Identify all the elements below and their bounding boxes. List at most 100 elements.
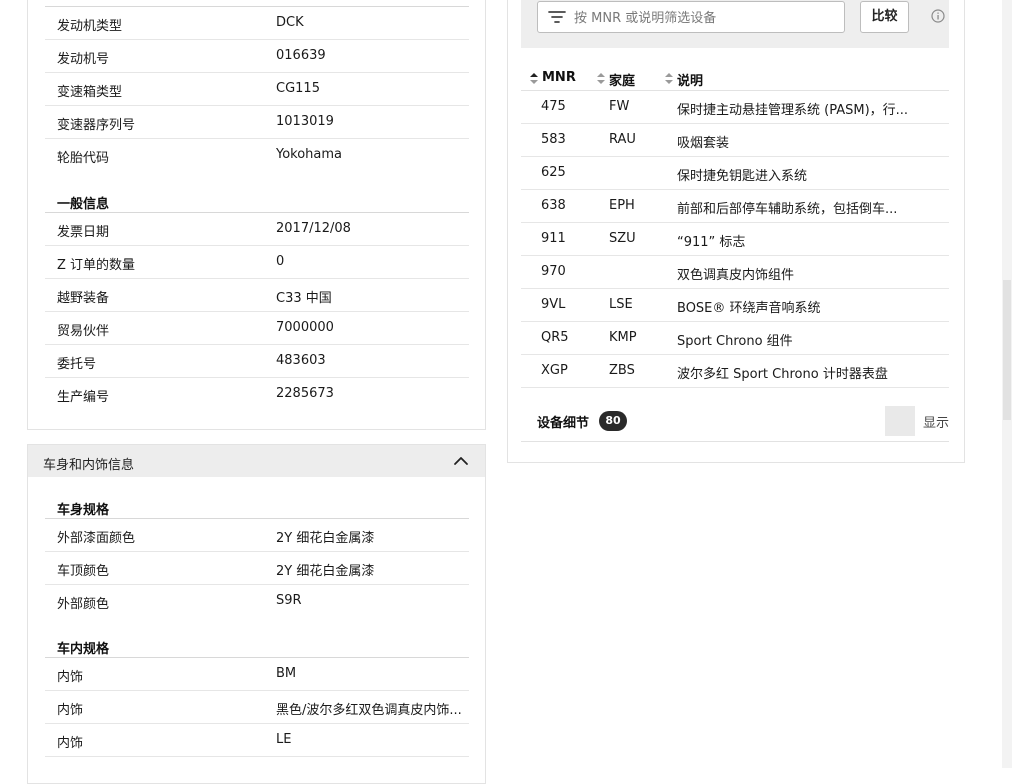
table-row: 发动机类型 DCK [45, 7, 469, 40]
row-key: 委托号 [57, 357, 97, 372]
cell-mnr: QR5 [541, 330, 569, 345]
filter-icon [548, 11, 566, 23]
row-key: 发票日期 [57, 225, 110, 240]
search-input[interactable] [572, 7, 836, 29]
table-row[interactable]: XGP ZBS 波尔多红 Sport Chrono 计时器表盘 [521, 355, 949, 388]
table-row: 变速器序列号 1013019 [45, 106, 469, 139]
row-value: S9R [276, 593, 302, 608]
cell-description: 保时捷主动悬挂管理系统 (PASM)，行... [677, 103, 909, 118]
body-interior-card: 车身和内饰信息 车身规格 外部漆面颜色 2Y 细花白金属漆 车顶颜色 2Y 细花… [27, 444, 486, 784]
section-header-body-interior[interactable]: 车身和内饰信息 [28, 445, 485, 477]
cell-family: RAU [609, 132, 636, 147]
row-key: 变速箱类型 [57, 85, 123, 100]
group-title-body: 车身规格 [57, 503, 110, 518]
row-value: 2Y 细花白金属漆 [276, 531, 375, 546]
compare-button[interactable]: 比较 [860, 1, 909, 33]
cell-description: Sport Chrono 组件 [677, 334, 793, 349]
table-row: 外部颜色 S9R [45, 585, 469, 618]
row-value: C33 中国 [276, 291, 332, 306]
row-value: 7000000 [276, 320, 334, 335]
cell-description: 吸烟套装 [677, 136, 730, 151]
cell-mnr: 9VL [541, 297, 566, 312]
table-row[interactable]: 970 双色调真皮内饰组件 [521, 256, 949, 289]
count-badge: 80 [599, 411, 627, 431]
sort-icon[interactable] [597, 73, 605, 84]
cell-family: LSE [609, 297, 633, 312]
row-key: 车顶颜色 [57, 564, 110, 579]
table-row[interactable]: 583 RAU 吸烟套装 [521, 124, 949, 157]
row-value: DCK [276, 15, 304, 30]
row-value: 黑色/波尔多红双色调真皮内饰... [276, 703, 462, 718]
scrollbar-thumb[interactable] [1003, 280, 1011, 420]
search-field[interactable] [537, 1, 845, 33]
cell-mnr: 625 [541, 165, 566, 180]
table-row[interactable]: 911 SZU “911” 标志 [521, 223, 949, 256]
page-scrollbar[interactable] [1002, 0, 1012, 768]
equipment-card: 比较 MNR 家庭 说明 475 FW 保时捷主动悬挂管理系统 (PASM)，行… [507, 0, 965, 463]
table-row: 车顶颜色 2Y 细花白金属漆 [45, 552, 469, 585]
table-row: 贸易伙伴 7000000 [45, 312, 469, 345]
show-label[interactable]: 显示 [923, 412, 949, 431]
section-header-title: 车身和内饰信息 [43, 458, 135, 473]
row-value: 2017/12/08 [276, 221, 351, 236]
row-key: 生产编号 [57, 390, 110, 405]
row-key: 越野装备 [57, 291, 110, 306]
table-row: 越野装备 C33 中国 [45, 279, 469, 312]
info-icon[interactable] [931, 9, 945, 23]
table-row[interactable]: QR5 KMP Sport Chrono 组件 [521, 322, 949, 355]
row-key: 变速器序列号 [57, 118, 136, 133]
table-row: 轮胎代码 Yokohama [45, 139, 469, 172]
cell-family: ZBS [609, 363, 635, 378]
row-value: 2285673 [276, 386, 334, 401]
table-row[interactable]: 638 EPH 前部和后部停车辅助系统，包括倒车... [521, 190, 949, 223]
table-row[interactable]: 475 FW 保时捷主动悬挂管理系统 (PASM)，行... [521, 91, 949, 124]
table-row[interactable]: 9VL LSE BOSE® 环绕声音响系统 [521, 289, 949, 322]
row-value: LE [276, 732, 292, 747]
cell-description: 波尔多红 Sport Chrono 计时器表盘 [677, 367, 888, 382]
table-row: 委托号 483603 [45, 345, 469, 378]
cell-family: EPH [609, 198, 635, 213]
row-value: Yokohama [276, 147, 343, 162]
row-key: 外部颜色 [57, 597, 110, 612]
chevron-up-icon[interactable] [453, 453, 469, 469]
row-key: 内饰 [57, 703, 84, 718]
group-title-interior: 车内规格 [57, 642, 110, 657]
cell-mnr: 970 [541, 264, 566, 279]
sort-icon[interactable] [530, 73, 538, 84]
cell-family: FW [609, 99, 630, 114]
cell-family: SZU [609, 231, 636, 246]
cell-description: BOSE® 环绕声音响系统 [677, 301, 821, 316]
table-row: 内饰 LE [45, 724, 469, 757]
sort-icon[interactable] [665, 73, 673, 84]
filter-bar: 比较 [521, 0, 949, 48]
cell-description: 前部和后部停车辅助系统，包括倒车... [677, 202, 898, 217]
cell-mnr: 638 [541, 198, 566, 213]
cell-description: 双色调真皮内饰组件 [677, 268, 795, 283]
cell-mnr: 475 [541, 99, 566, 114]
cell-mnr: XGP [541, 363, 568, 378]
table-row[interactable]: 625 保时捷免钥匙进入系统 [521, 157, 949, 190]
row-key: 贸易伙伴 [57, 324, 110, 339]
cell-description: “911” 标志 [677, 235, 746, 250]
divider [521, 441, 949, 442]
row-key: 轮胎代码 [57, 151, 110, 166]
row-value: CG115 [276, 81, 320, 96]
row-value: 016639 [276, 48, 326, 63]
cell-description: 保时捷免钥匙进入系统 [677, 169, 808, 184]
row-key: Z 订单的数量 [57, 258, 136, 273]
column-header-family[interactable]: 家庭 [609, 70, 635, 89]
vehicle-data-card: 发动机类型 DCK 发动机号 016639 变速箱类型 CG115 变速器序列号… [27, 0, 486, 430]
row-key: 发动机类型 [57, 19, 123, 34]
cell-mnr: 583 [541, 132, 566, 147]
row-value: 1013019 [276, 114, 334, 129]
table-row: 发动机号 016639 [45, 40, 469, 73]
row-key: 内饰 [57, 736, 84, 751]
table-row: Z 订单的数量 0 [45, 246, 469, 279]
column-header-description[interactable]: 说明 [677, 70, 703, 89]
show-toggle[interactable] [885, 406, 915, 436]
row-key: 外部漆面颜色 [57, 531, 136, 546]
row-value: 2Y 细花白金属漆 [276, 564, 375, 579]
table-row: 生产编号 2285673 [45, 378, 469, 411]
column-header-mnr[interactable]: MNR [542, 70, 576, 85]
row-value: 0 [276, 254, 285, 269]
